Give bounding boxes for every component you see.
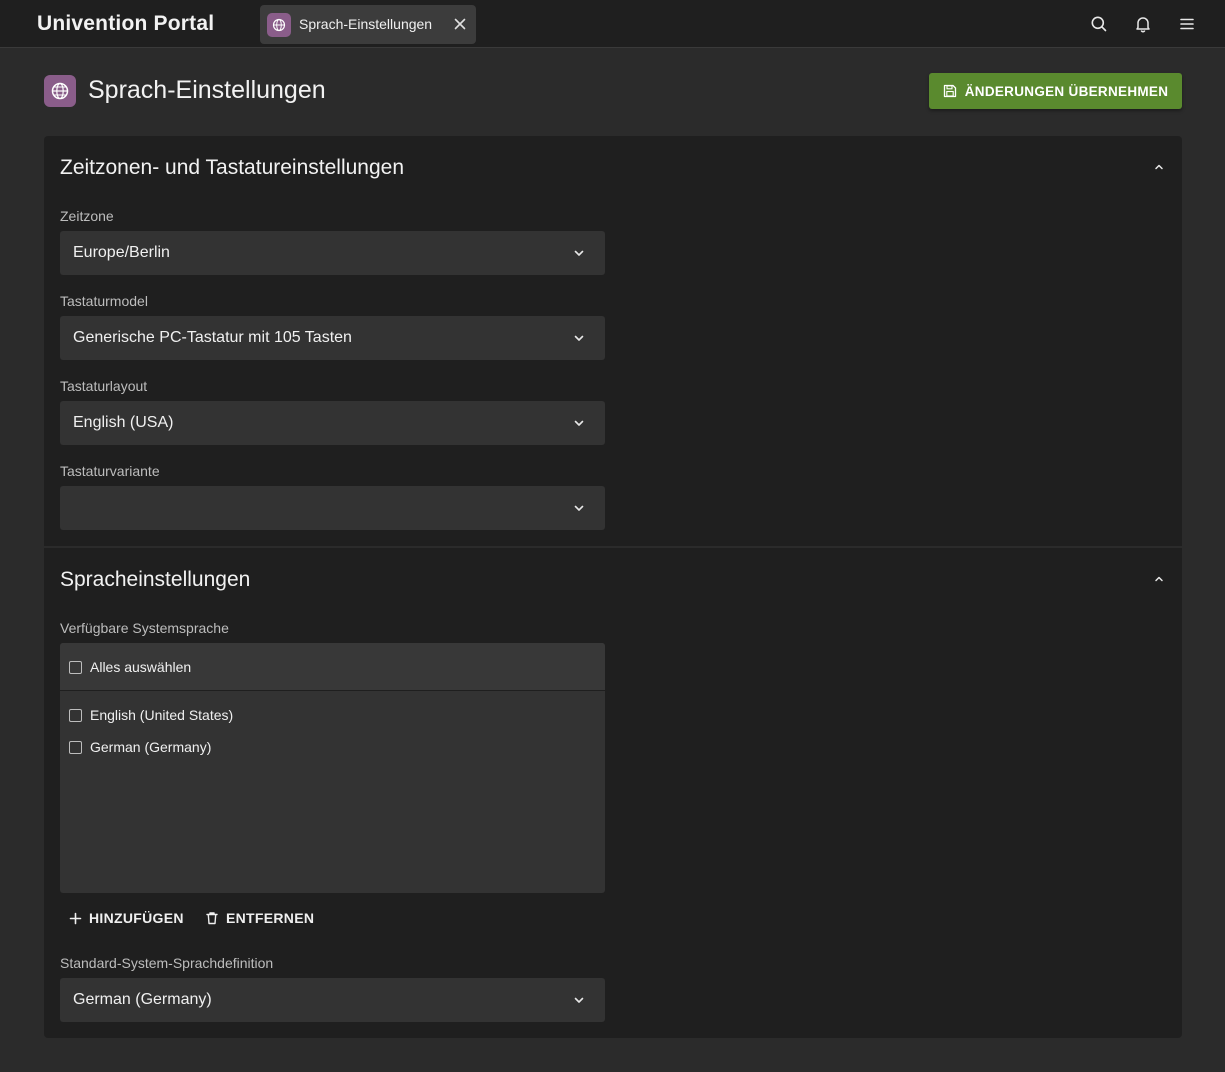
plus-icon (69, 912, 82, 924)
tab-label: Sprach-Einstellungen (299, 16, 433, 32)
add-button[interactable]: HINZUFÜGEN (69, 910, 184, 926)
default-language-select[interactable]: German (Germany) (60, 978, 605, 1022)
bell-icon[interactable] (1134, 15, 1152, 33)
menu-icon[interactable] (1178, 15, 1196, 33)
search-icon[interactable] (1090, 15, 1108, 33)
language-checkbox[interactable] (69, 708, 82, 722)
section-title: Zeitzonen- und Tastatureinstellungen (60, 156, 405, 179)
portal-title[interactable]: Univention Portal (37, 12, 214, 36)
keyboard-layout-select[interactable]: English (USA) (60, 401, 605, 445)
chevron-up-icon[interactable] (1152, 160, 1166, 174)
default-language-value: German (Germany) (73, 991, 212, 1008)
keyboard-model-value: Generische PC-Tastatur mit 105 Tasten (73, 329, 352, 346)
timezone-value: Europe/Berlin (73, 244, 170, 261)
available-languages-label: Verfügbare Systemsprache (60, 620, 229, 636)
keyboard-layout-value: English (USA) (73, 414, 174, 431)
page-title: Sprach-Einstellungen (88, 76, 326, 104)
select-all-label: Alles auswählen (90, 659, 192, 675)
language-section: Spracheinstellungen Verfügbare Systemspr… (44, 548, 1182, 1038)
list-item[interactable]: English (United States) (69, 707, 233, 723)
globe-icon (267, 13, 291, 37)
module-globe-icon (44, 75, 76, 107)
tab-sprach-einstellungen[interactable]: Sprach-Einstellungen (260, 5, 476, 44)
save-icon (943, 84, 956, 98)
keyboard-variant-select[interactable] (60, 486, 605, 530)
list-item[interactable]: German (Germany) (69, 739, 211, 755)
chevron-down-icon (574, 335, 584, 341)
timezone-label: Zeitzone (60, 208, 114, 224)
select-all-checkbox[interactable] (69, 660, 82, 674)
chevron-down-icon (574, 250, 584, 256)
available-languages-list[interactable]: Alles auswählen English (United States) … (60, 643, 605, 893)
chevron-down-icon (574, 420, 584, 426)
section-title: Spracheinstellungen (60, 568, 251, 591)
default-language-label: Standard-System-Sprachdefinition (60, 955, 274, 971)
top-bar: Univention Portal Sprach-Einstellungen (0, 0, 1225, 48)
language-checkbox[interactable] (69, 740, 82, 754)
list-header: Alles auswählen (60, 643, 605, 691)
language-label: German (Germany) (90, 739, 212, 755)
add-button-label: HINZUFÜGEN (89, 910, 184, 926)
select-all-row[interactable]: Alles auswählen (69, 659, 191, 675)
timezone-select[interactable]: Europe/Berlin (60, 231, 605, 275)
remove-button[interactable]: ENTFERNEN (205, 910, 314, 926)
keyboard-model-label: Tastaturmodel (60, 293, 148, 309)
close-icon[interactable] (452, 16, 468, 32)
language-label: English (United States) (90, 707, 234, 723)
chevron-down-icon (574, 505, 584, 511)
timezone-keyboard-section: Zeitzonen- und Tastatureinstellungen Zei… (44, 136, 1182, 546)
keyboard-layout-label: Tastaturlayout (60, 378, 148, 394)
save-button-label: ÄNDERUNGEN ÜBERNEHMEN (964, 83, 1169, 99)
keyboard-model-select[interactable]: Generische PC-Tastatur mit 105 Tasten (60, 316, 605, 360)
trash-icon (206, 912, 218, 925)
remove-button-label: ENTFERNEN (226, 910, 315, 926)
keyboard-variant-label: Tastaturvariante (60, 463, 160, 479)
chevron-down-icon (574, 997, 584, 1003)
chevron-up-icon[interactable] (1152, 572, 1166, 586)
save-changes-button[interactable]: ÄNDERUNGEN ÜBERNEHMEN (929, 73, 1182, 109)
